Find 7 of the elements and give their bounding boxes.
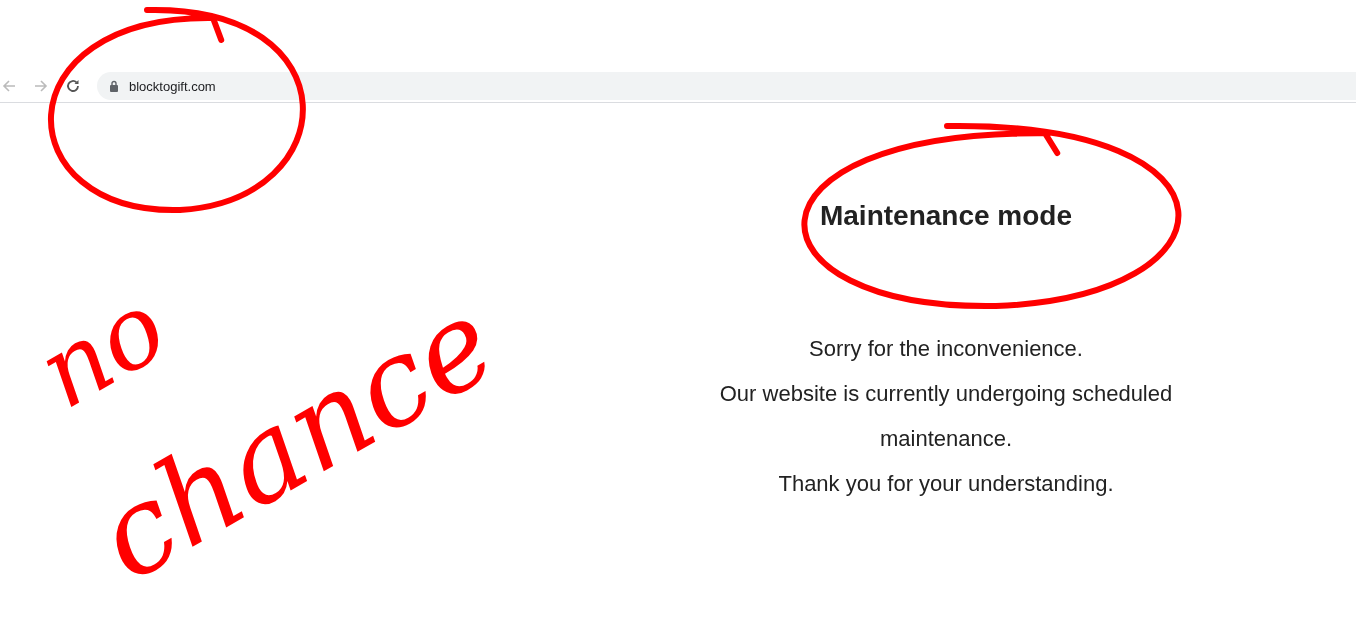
reload-icon[interactable] — [65, 78, 81, 94]
page-heading: Maintenance mode — [819, 200, 1073, 232]
message-text: Sorry for the inconvenience. — [809, 335, 1083, 363]
message-text: Thank you for your understanding. — [778, 470, 1114, 498]
address-bar[interactable]: blocktogift.com — [97, 72, 1356, 100]
message-text: Our website is currently undergoing scheduled maintenance. — [718, 380, 1174, 453]
url-text: blocktogift.com — [129, 78, 216, 94]
